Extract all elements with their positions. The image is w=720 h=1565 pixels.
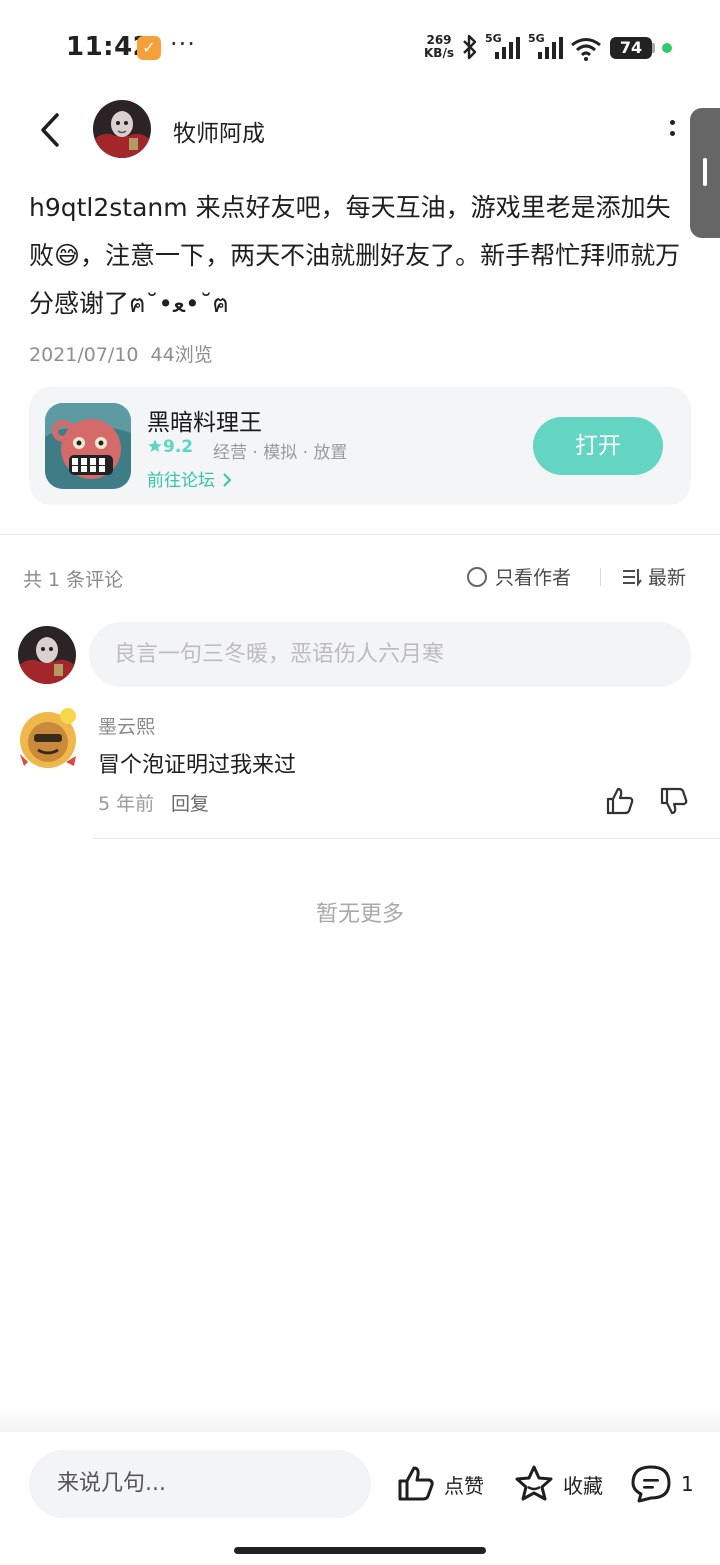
network-speed-unit: KB/s [424,46,454,60]
battery-indicator: 74 [610,37,652,59]
open-game-button[interactable]: 打开 [533,417,663,475]
go-to-forum-label: 前往论坛 [147,471,215,491]
bottom-bar-shadow [0,1405,720,1433]
comment-username[interactable]: 墨云熙 [98,712,155,739]
game-icon [45,403,131,489]
status-bar: 11:42 ✓ ··· 269 KB/s 5G 5G 74 [0,0,720,96]
game-tags: 经营 · 模拟 · 放置 [213,443,348,463]
star-outline-icon [515,1465,553,1501]
privacy-dot-icon [662,43,672,53]
my-avatar [18,626,76,684]
post-meta: 2021/07/10 44浏览 [29,340,213,367]
more-menu-button[interactable] [660,114,684,148]
post-body: h9qtl2stanm 来点好友吧，每天互油，游戏里老是添加失败😅，注意一下，两… [29,193,681,318]
more-dot [669,120,675,125]
commenter-avatar-image [14,704,82,772]
section-divider [0,534,720,535]
favorite-label: 收藏 [563,1473,603,1498]
chevron-right-icon [223,473,232,487]
post-date: 2021/07/10 [29,344,139,366]
like-label: 点赞 [444,1473,484,1498]
go-to-forum-link[interactable]: 前往论坛 [147,466,232,491]
comment-reply-button[interactable]: 回复 [171,789,209,816]
game-card[interactable]: 黑暗料理王 9.2 经营 · 模拟 · 放置 前往论坛 打开 [29,387,691,505]
cell-signal-icon-2 [538,37,563,59]
favorite-button[interactable]: 收藏 [513,1464,603,1504]
say-something-input[interactable]: 来说几句... [29,1450,371,1518]
thumbs-down-icon [660,787,688,815]
comments-button[interactable]: 1 [629,1464,694,1504]
comment-count: 共 1 条评论 [23,569,124,591]
side-drawer-handle[interactable] [690,108,720,238]
cell-signal-icon-1 [495,37,520,59]
wifi-icon [571,38,601,61]
comment-text: 冒个泡证明过我来过 [98,753,297,778]
back-button[interactable] [30,108,70,152]
game-icon-image [45,403,131,489]
bluetooth-icon [463,34,477,60]
bottom-bar: 来说几句... 点赞 收藏 1 [0,1432,720,1565]
comment-bubble-icon [631,1465,671,1503]
sort-button[interactable]: 最新 [622,563,686,590]
notification-app-icon: ✓ [137,36,161,60]
only-author-label: 只看作者 [495,567,572,589]
comment-dislike-button[interactable] [658,785,690,817]
like-button[interactable]: 点赞 [396,1464,484,1504]
battery-tip [652,43,655,53]
thumbs-up-icon [606,787,634,815]
radio-icon [467,566,487,587]
comment-input[interactable]: 良言一句三冬暖，恶语伤人六月寒 [89,622,691,687]
my-avatar-image [18,626,76,684]
handle-grip [703,158,707,186]
comment-divider [93,838,720,839]
comments-count: 1 [681,1472,694,1496]
author-avatar[interactable] [93,100,151,158]
author-name[interactable]: 牧师阿成 [173,114,265,148]
commenter-avatar[interactable] [14,704,82,772]
more-notifications-icon: ··· [170,30,196,58]
more-dot [669,131,675,136]
sort-separator [600,568,601,586]
chevron-left-icon [41,113,59,147]
game-title: 黑暗料理王 [147,410,262,436]
game-rating: 9.2 [147,437,193,457]
home-indicator[interactable] [234,1547,486,1554]
comment-like-button[interactable] [604,785,636,817]
game-rating-value: 9.2 [163,437,194,457]
comment-time: 5 年前 [98,793,155,815]
network-speed: 269 KB/s [423,34,455,60]
only-author-toggle[interactable]: 只看作者 [467,563,571,590]
sort-icon [623,568,642,587]
no-more-label: 暂无更多 [315,902,404,927]
star-icon [148,439,162,452]
post-views: 44浏览 [150,344,213,366]
author-avatar-image [93,100,151,158]
sort-label: 最新 [648,567,687,589]
thumbs-up-icon [398,1466,434,1501]
